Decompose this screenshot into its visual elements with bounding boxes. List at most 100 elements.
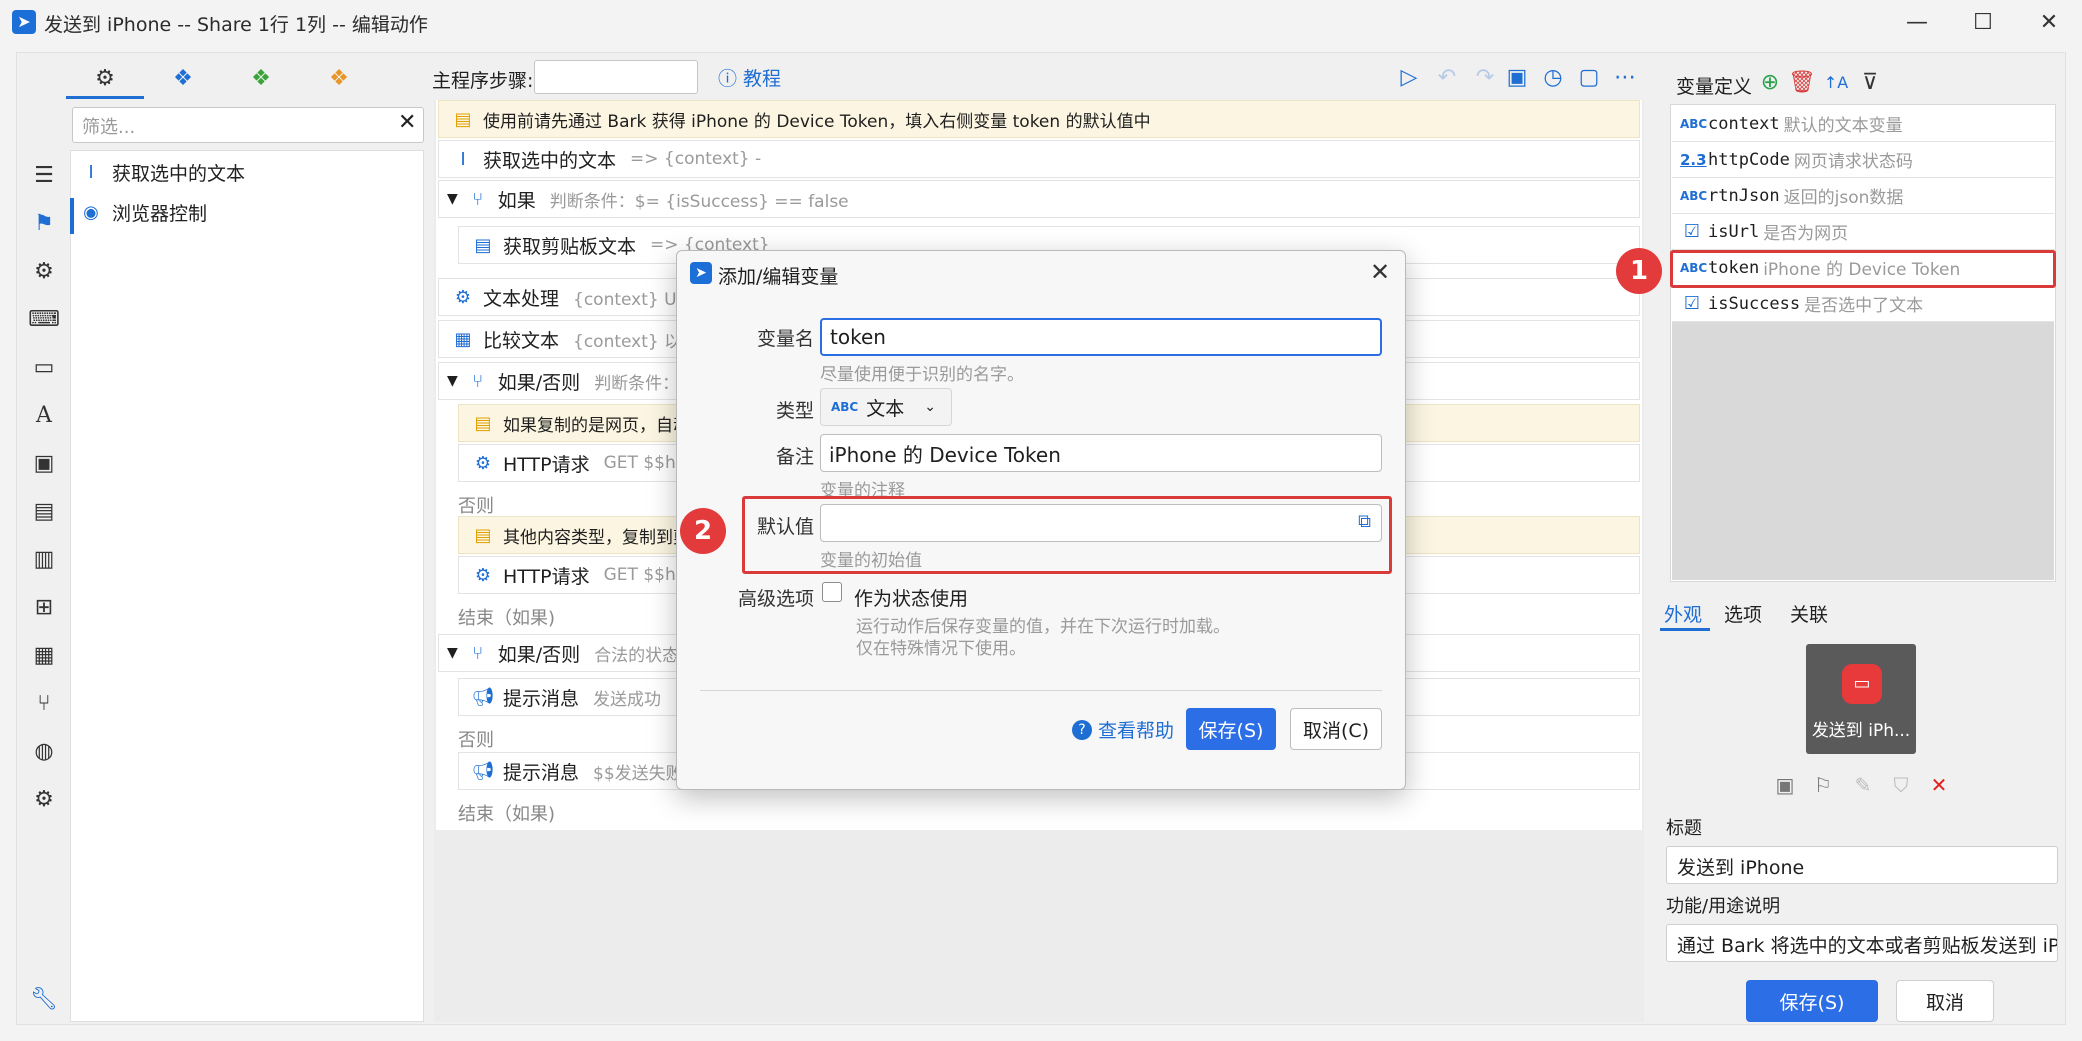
calculator-icon[interactable]: ▦: [28, 639, 60, 671]
name-hint: 尽量使用便于识别的名字。: [820, 365, 1024, 385]
clear-icon[interactable]: ✕: [398, 110, 416, 135]
type-value: 文本: [866, 397, 905, 420]
annotation-badge-2: 2: [680, 508, 726, 554]
step-row[interactable]: I 获取选中的文本 => {context} -: [438, 140, 1640, 178]
collapse-icon[interactable]: ▼: [447, 191, 458, 207]
gear-icon: ⚙: [454, 286, 472, 308]
name-input[interactable]: token: [820, 318, 1382, 356]
filter-icon[interactable]: ⊽: [1856, 68, 1884, 96]
windows-icon[interactable]: ⊞: [28, 591, 60, 623]
maximize-icon[interactable]: ☐: [1950, 0, 2016, 44]
more-icon[interactable]: ⋯: [1610, 62, 1640, 92]
text-type-icon: ABC: [1680, 188, 1708, 203]
bookmark-icon[interactable]: ⚑: [28, 207, 60, 239]
list-item[interactable]: I 获取选中的文本: [78, 154, 245, 190]
remove-icon[interactable]: ✕: [1924, 770, 1954, 800]
tab-cubes-blue-icon[interactable]: ❖: [144, 58, 222, 98]
undo-icon[interactable]: ↶: [1432, 62, 1462, 92]
tab-underline: [66, 96, 144, 99]
document-icon[interactable]: ▥: [28, 543, 60, 575]
title-label: 标题: [1666, 818, 1702, 839]
add-variable-icon[interactable]: ⊕: [1756, 68, 1784, 96]
dialog-title: 添加/编辑变量: [718, 266, 839, 288]
step-row[interactable]: ▤ 使用前请先通过 Bark 获得 iPhone 的 Device Token，…: [438, 100, 1640, 138]
step-title: 如果: [497, 189, 536, 212]
collapse-icon[interactable]: ▼: [447, 373, 458, 389]
highlight-box: [742, 496, 1392, 574]
help-icon: ?: [1072, 719, 1092, 740]
divider: [700, 690, 1382, 691]
minimize-icon[interactable]: —: [1884, 0, 1950, 44]
clipboard-icon: ▤: [474, 234, 492, 256]
close-icon[interactable]: ✕: [2016, 0, 2082, 44]
image-icon[interactable]: ▣: [28, 447, 60, 479]
step-desc: 判断条件：$= {isSuccess} == false: [549, 191, 849, 212]
tab-appearance[interactable]: 外观: [1664, 600, 1702, 627]
sort-az-icon[interactable]: ↑A: [1822, 68, 1850, 96]
step-row[interactable]: ▼ ⑂ 如果 判断条件：$= {isSuccess} == false: [438, 180, 1640, 218]
steps-search-input[interactable]: [534, 60, 698, 94]
info-icon: ⓘ: [718, 68, 738, 90]
highlight-box: [1670, 250, 2056, 288]
variable-row[interactable]: ABC rtnJson 返回的json数据: [1672, 178, 2054, 214]
tab-links[interactable]: 关联: [1790, 600, 1828, 627]
tab-options[interactable]: 选项: [1724, 600, 1762, 627]
shirt-icon[interactable]: ⛉: [1886, 770, 1916, 800]
help-link[interactable]: ? 查看帮助: [1072, 716, 1174, 743]
variable-row[interactable]: 2.3 httpCode 网页请求状态码: [1672, 142, 2054, 178]
step-title: 提示消息: [503, 687, 580, 710]
flag-icon[interactable]: ⚐: [1808, 770, 1838, 800]
save-button[interactable]: 保存(S): [1746, 980, 1878, 1022]
close-icon[interactable]: ✕: [1370, 258, 1390, 286]
note-input[interactable]: iPhone 的 Device Token: [820, 434, 1382, 472]
tab-cubes-orange-icon[interactable]: ❖: [300, 58, 378, 98]
branch-icon[interactable]: ⑂: [28, 687, 60, 719]
menu-icon[interactable]: ☰: [28, 159, 60, 191]
cancel-button[interactable]: 取消: [1896, 980, 1994, 1022]
function-label: 功能/用途说明: [1666, 896, 1781, 917]
window-title: 发送到 iPhone -- Share 1行 1列 -- 编辑动作: [44, 14, 428, 36]
state-checkbox[interactable]: [822, 582, 842, 602]
dialog-save-button[interactable]: 保存(S): [1186, 708, 1276, 750]
list-item[interactable]: ◉ 浏览器控制: [78, 194, 207, 230]
keyboard-icon[interactable]: ⌨: [28, 303, 60, 335]
save-icon[interactable]: ▣: [1502, 62, 1532, 92]
variable-desc: 是否选中了文本: [1804, 296, 1924, 316]
chrome-icon: ◉: [83, 201, 99, 223]
variable-row[interactable]: ABC context 默认的文本变量: [1672, 106, 2054, 142]
wrench-icon[interactable]: 🔧︎: [28, 983, 60, 1015]
variable-row[interactable]: ☑ isUrl 是否为网页: [1672, 214, 2054, 250]
step-title: 获取选中的文本: [483, 149, 617, 172]
function-input[interactable]: 通过 Bark 将选中的文本或者剪贴板发送到 iPhone: [1666, 924, 2058, 962]
tab-cubes-green-icon[interactable]: ❖: [222, 58, 300, 98]
note-icon: ▤: [474, 524, 492, 546]
clipboard-icon[interactable]: ▤: [28, 495, 60, 527]
run-icon[interactable]: ▷: [1394, 62, 1424, 92]
delete-icon[interactable]: 🗑︎: [1788, 68, 1816, 96]
window-icon[interactable]: ▭: [28, 351, 60, 383]
globe-icon[interactable]: ◍: [28, 735, 60, 767]
font-icon[interactable]: A: [28, 399, 60, 431]
tab-gears-icon[interactable]: ⚙: [66, 58, 144, 98]
type-select[interactable]: ABC 文本 ⌄: [820, 388, 952, 426]
history-icon[interactable]: ◷: [1538, 62, 1568, 92]
title-input[interactable]: 发送到 iPhone: [1666, 846, 2058, 884]
variable-name: context: [1708, 113, 1780, 134]
eyedropper-icon[interactable]: ✎: [1848, 770, 1878, 800]
dialog-cancel-button[interactable]: 取消(C): [1290, 708, 1382, 750]
chevron-down-icon: ⌄: [924, 399, 936, 415]
variable-row[interactable]: ☑ isSuccess 是否选中了文本: [1672, 286, 2054, 322]
collapse-icon[interactable]: ▼: [447, 645, 458, 661]
type-label: 类型: [775, 400, 814, 422]
filter-placeholder: 筛选...: [82, 117, 136, 138]
preview-label: 发送到 iPh...: [1811, 721, 1911, 741]
note-icon[interactable]: ▢: [1574, 62, 1604, 92]
image-icon[interactable]: ▣: [1770, 770, 1800, 800]
gears-icon[interactable]: ⚙: [28, 783, 60, 815]
step-title: HTTP请求: [503, 453, 590, 476]
tutorial-link[interactable]: ⓘ 教程: [718, 64, 781, 91]
gear-icon[interactable]: ⚙: [28, 255, 60, 287]
redo-icon[interactable]: ↷: [1470, 62, 1500, 92]
bark-icon: ▭: [1842, 664, 1882, 704]
step-title: 如果复制的是网页，自动: [503, 415, 690, 436]
